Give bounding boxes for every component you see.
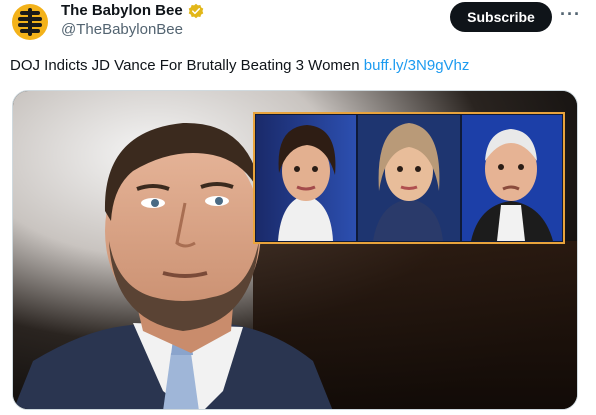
inset-panel [253,112,565,244]
tweet-text: DOJ Indicts JD Vance For Brutally Beatin… [10,56,469,76]
tweet-body: DOJ Indicts JD Vance For Brutally Beatin… [10,57,360,74]
tweet-link[interactable]: buff.ly/3N9gVhz [364,57,470,74]
more-options-icon[interactable]: ··· [560,5,580,26]
tweet-header: The Babylon Bee @TheBabylonBee Subscribe… [0,0,596,50]
author-name[interactable]: The Babylon Bee [61,2,183,20]
media-illustration [13,91,577,409]
babylon-bee-logo-icon[interactable] [10,2,50,42]
author-handle[interactable]: @TheBabylonBee [61,21,183,39]
verified-badge-icon[interactable] [188,3,204,19]
subscribe-button[interactable]: Subscribe [450,2,552,32]
tweet-media-image[interactable] [12,90,578,410]
